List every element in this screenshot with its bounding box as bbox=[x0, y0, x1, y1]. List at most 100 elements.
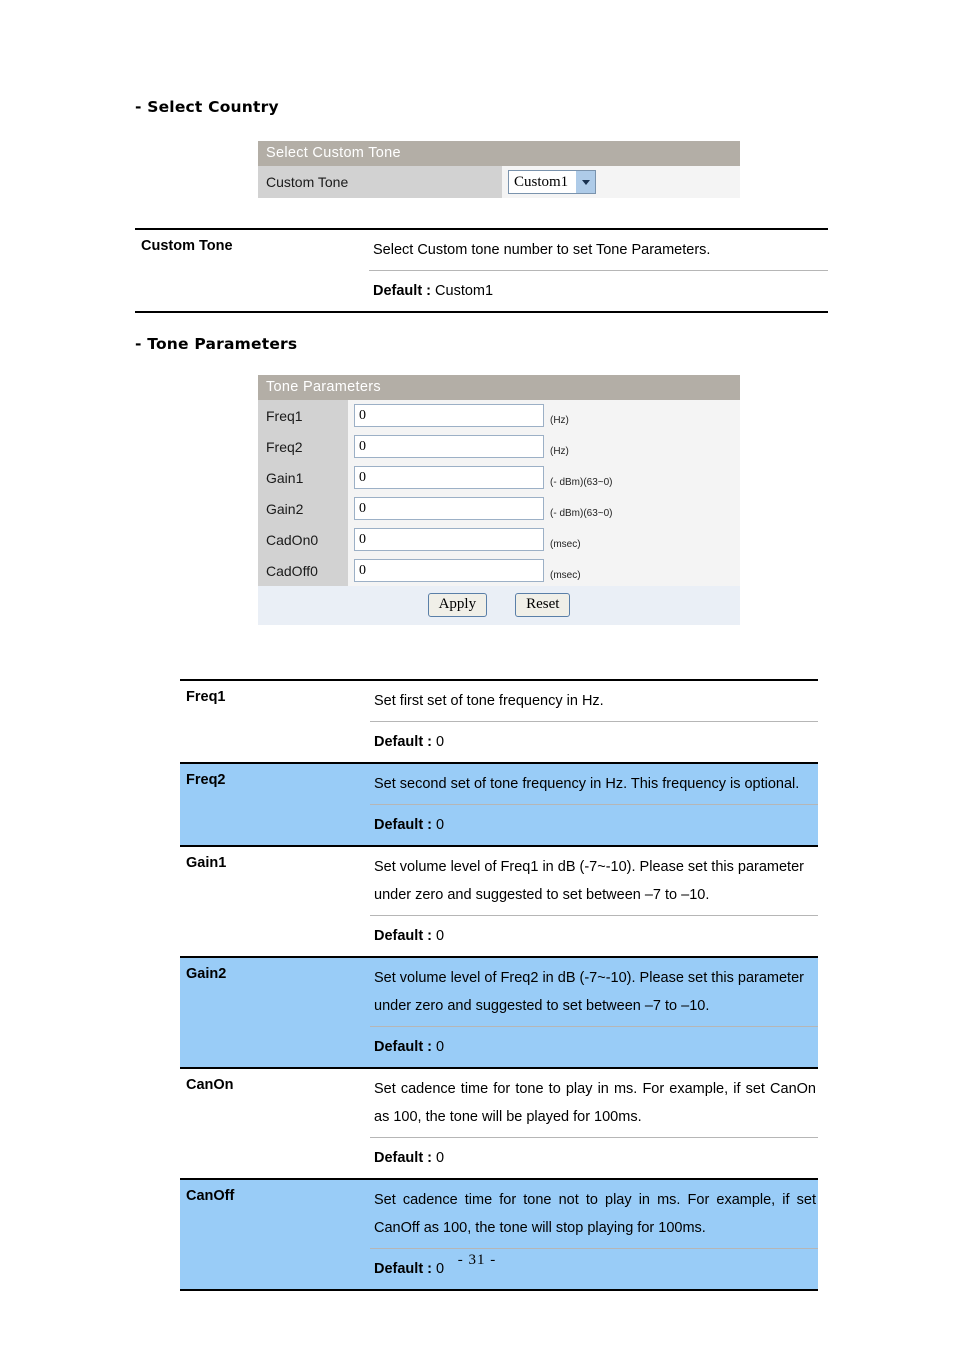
row-description: Set volume level of Freq1 in dB (-7~-10)… bbox=[370, 845, 818, 916]
row-description: Set cadence time for tone not to play in… bbox=[370, 1178, 818, 1249]
freq1-label: Freq1 bbox=[258, 400, 348, 431]
cadoff0-input[interactable]: 0 bbox=[354, 559, 544, 582]
default-label: Default : bbox=[374, 817, 432, 833]
row-default: Default : 0 bbox=[370, 915, 818, 957]
table-row: Freq1 Set first set of tone frequency in… bbox=[180, 679, 818, 722]
row-term: CanOff bbox=[180, 1178, 370, 1249]
gain2-unit: (- dBm)(63~0) bbox=[550, 508, 613, 519]
tone-parameters-description-table: Freq1 Set first set of tone frequency in… bbox=[180, 679, 818, 1291]
custom-tone-select[interactable]: Custom1 bbox=[508, 170, 597, 194]
row-description: Set first set of tone frequency in Hz. bbox=[370, 679, 818, 722]
row-description: Set volume level of Freq2 in dB (-7~-10)… bbox=[370, 956, 818, 1027]
default-value: 0 bbox=[436, 1039, 445, 1055]
gain2-input[interactable]: 0 bbox=[354, 497, 544, 520]
form-header-row: Select Custom Tone bbox=[258, 141, 740, 166]
custom-tone-description-table: Custom Tone Select Custom tone number to… bbox=[135, 228, 828, 313]
table-row: Gain1 Set volume level of Freq1 in dB (-… bbox=[180, 845, 818, 916]
default-label: Default : bbox=[374, 734, 432, 750]
default-label: Default : bbox=[373, 283, 431, 299]
cadon0-unit: (msec) bbox=[550, 539, 581, 550]
row-term-empty bbox=[180, 1026, 370, 1068]
gain1-field-cell: 0 (- dBm)(63~0) bbox=[348, 462, 740, 493]
cadon0-label: CadOn0 bbox=[258, 524, 348, 555]
row-description: Select Custom tone number to set Tone Pa… bbox=[369, 228, 828, 271]
form-row-freq2: Freq2 0 (Hz) bbox=[258, 431, 740, 462]
apply-button[interactable]: Apply bbox=[427, 593, 488, 617]
custom-tone-label: Custom Tone bbox=[258, 166, 502, 198]
form-row-cadoff0: CadOff0 0 (msec) bbox=[258, 555, 740, 586]
tone-parameters-form: Tone Parameters Freq1 0 (Hz) Freq2 0 (Hz) … bbox=[258, 375, 740, 625]
default-label: Default : bbox=[374, 928, 432, 944]
freq2-label: Freq2 bbox=[258, 431, 348, 462]
row-term: Gain1 bbox=[180, 845, 370, 916]
table-row: CanOff Set cadence time for tone not to … bbox=[180, 1178, 818, 1249]
form-header-title: Select Custom Tone bbox=[258, 141, 740, 166]
table-row-default: Default : 0 bbox=[180, 1026, 818, 1068]
row-term: Gain2 bbox=[180, 956, 370, 1027]
default-label: Default : bbox=[374, 1039, 432, 1055]
freq1-field-cell: 0 (Hz) bbox=[348, 400, 740, 431]
row-default: Default : 0 bbox=[370, 1137, 818, 1179]
form-header-title: Tone Parameters bbox=[258, 375, 740, 400]
row-default: Default : 0 bbox=[370, 804, 818, 846]
freq2-field-cell: 0 (Hz) bbox=[348, 431, 740, 462]
freq1-input[interactable]: 0 bbox=[354, 404, 544, 427]
row-term: Freq1 bbox=[180, 679, 370, 722]
row-term: CanOn bbox=[180, 1067, 370, 1138]
row-term: Freq2 bbox=[180, 762, 370, 805]
row-term-empty bbox=[180, 722, 370, 764]
table-row: Freq2 Set second set of tone frequency i… bbox=[180, 762, 818, 805]
table-row-default: Default : 0 bbox=[180, 721, 818, 764]
freq2-unit: (Hz) bbox=[550, 446, 569, 457]
gain1-label: Gain1 bbox=[258, 462, 348, 493]
default-value: 0 bbox=[436, 928, 445, 944]
row-description: Set cadence time for tone to play in ms.… bbox=[370, 1067, 818, 1138]
default-value: 0 bbox=[436, 1150, 445, 1166]
table-row-default: Default : Custom1 bbox=[135, 270, 828, 313]
gain1-input[interactable]: 0 bbox=[354, 466, 544, 489]
cadoff0-label: CadOff0 bbox=[258, 555, 348, 586]
row-term-empty bbox=[135, 270, 369, 313]
form-row-gain1: Gain1 0 (- dBm)(63~0) bbox=[258, 462, 740, 493]
row-default: Default : Custom1 bbox=[369, 270, 828, 313]
table-row: Custom Tone Select Custom tone number to… bbox=[135, 228, 828, 271]
row-term-empty bbox=[180, 1138, 370, 1180]
cadoff0-field-cell: 0 (msec) bbox=[348, 555, 740, 586]
custom-tone-select-value: Custom1 bbox=[514, 174, 569, 190]
cadon0-input[interactable]: 0 bbox=[354, 528, 544, 551]
default-value: Custom1 bbox=[435, 283, 494, 299]
form-button-row: Apply Reset bbox=[258, 586, 740, 625]
row-description: Set second set of tone frequency in Hz. … bbox=[370, 762, 818, 805]
table-row: Gain2 Set volume level of Freq2 in dB (-… bbox=[180, 956, 818, 1027]
gain2-field-cell: 0 (- dBm)(63~0) bbox=[348, 493, 740, 524]
custom-tone-field-cell: Custom1 bbox=[502, 166, 740, 198]
select-custom-tone-form: Select Custom Tone Custom Tone Custom1 bbox=[258, 141, 740, 198]
row-default: Default : 0 bbox=[370, 1026, 818, 1068]
cadon0-field-cell: 0 (msec) bbox=[348, 524, 740, 555]
table-row-default: Default : 0 bbox=[180, 804, 818, 846]
freq1-unit: (Hz) bbox=[550, 415, 569, 426]
form-row-gain2: Gain2 0 (- dBm)(63~0) bbox=[258, 493, 740, 524]
chevron-down-icon[interactable] bbox=[575, 171, 596, 193]
freq2-input[interactable]: 0 bbox=[354, 435, 544, 458]
button-row-cell: Apply Reset bbox=[258, 586, 740, 625]
cadoff0-unit: (msec) bbox=[550, 570, 581, 581]
row-term: Custom Tone bbox=[135, 228, 369, 271]
table-row-default: Default : 0 bbox=[180, 915, 818, 958]
reset-button[interactable]: Reset bbox=[515, 593, 571, 617]
row-term-empty bbox=[180, 916, 370, 958]
form-row-freq1: Freq1 0 (Hz) bbox=[258, 400, 740, 431]
row-term-empty bbox=[180, 804, 370, 846]
page-number-footer: - 31 - bbox=[457, 1252, 497, 1268]
form-row-custom-tone: Custom Tone Custom1 bbox=[258, 166, 740, 198]
table-row: CanOn Set cadence time for tone to play … bbox=[180, 1067, 818, 1138]
default-label: Default : bbox=[374, 1150, 432, 1166]
section-heading-select-country: - Select Country bbox=[135, 98, 279, 116]
section-heading-tone-parameters: - Tone Parameters bbox=[135, 335, 298, 353]
form-row-cadon0: CadOn0 0 (msec) bbox=[258, 524, 740, 555]
default-value: 0 bbox=[436, 817, 445, 833]
table-row-default: Default : 0 bbox=[180, 1137, 818, 1180]
gain2-label: Gain2 bbox=[258, 493, 348, 524]
form-header-row: Tone Parameters bbox=[258, 375, 740, 400]
default-value: 0 bbox=[436, 734, 445, 750]
